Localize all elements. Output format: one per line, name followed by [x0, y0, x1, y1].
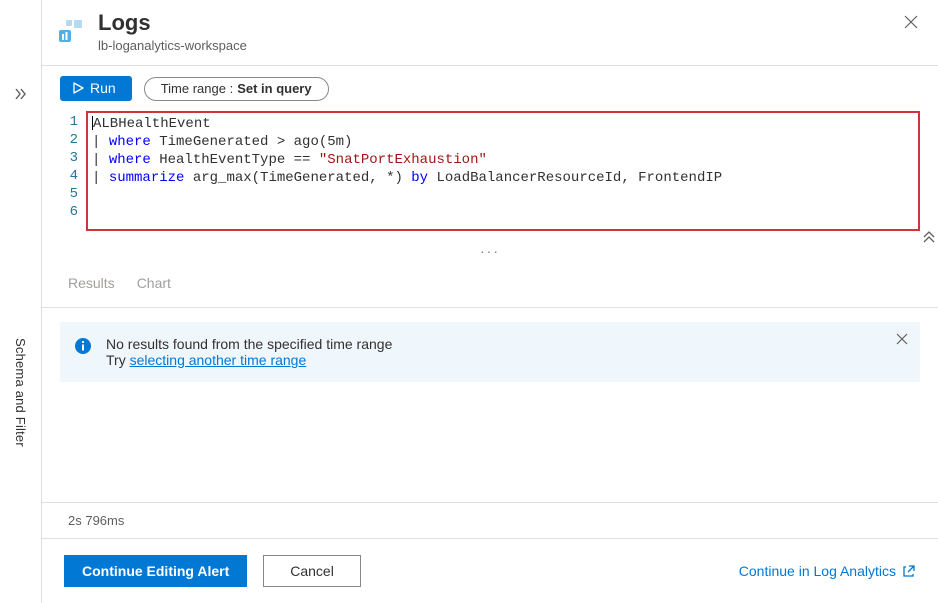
- toolbar: Run Time range : Set in query: [42, 66, 938, 111]
- dismiss-banner-button[interactable]: [896, 332, 908, 349]
- footer: Continue Editing Alert Cancel Continue i…: [42, 538, 938, 603]
- time-range-value: Set in query: [237, 81, 311, 96]
- code-line[interactable]: | summarize arg_max(TimeGenerated, *) by…: [92, 169, 912, 187]
- code-line[interactable]: | where HealthEventType == "SnatPortExha…: [92, 151, 912, 169]
- external-link-icon: [902, 564, 916, 578]
- results-body: [42, 396, 938, 502]
- info-banner: No results found from the specified time…: [60, 322, 920, 382]
- line-number: 5: [60, 185, 78, 203]
- select-another-time-range-link[interactable]: selecting another time range: [130, 352, 307, 368]
- continue-la-label: Continue in Log Analytics: [739, 563, 896, 579]
- close-icon: [904, 15, 918, 29]
- code-line[interactable]: [92, 205, 912, 223]
- query-duration: 2s 796ms: [68, 513, 124, 528]
- line-number: 3: [60, 149, 78, 167]
- editor-resize-handle[interactable]: ···: [42, 237, 938, 265]
- tab-results[interactable]: Results: [68, 269, 115, 297]
- cancel-button[interactable]: Cancel: [263, 555, 361, 587]
- info-try-text: Try: [106, 352, 130, 368]
- run-label: Run: [90, 80, 116, 96]
- line-number: 4: [60, 167, 78, 185]
- chevron-right-double-icon: [14, 87, 28, 101]
- schema-filter-tab[interactable]: Schema and Filter: [13, 338, 28, 447]
- tab-chart[interactable]: Chart: [137, 269, 171, 297]
- code-line[interactable]: [92, 187, 912, 205]
- info-message: No results found from the specified time…: [106, 336, 392, 352]
- workspace-name: lb-loganalytics-workspace: [98, 38, 916, 53]
- time-range-selector[interactable]: Time range : Set in query: [144, 77, 329, 101]
- chevron-up-double-icon: [922, 229, 936, 243]
- left-rail: Schema and Filter: [0, 0, 42, 603]
- line-number: 2: [60, 131, 78, 149]
- results-tabs: Results Chart: [42, 265, 938, 308]
- play-icon: [72, 82, 84, 94]
- continue-editing-alert-button[interactable]: Continue Editing Alert: [64, 555, 247, 587]
- header: Logs lb-loganalytics-workspace: [42, 0, 938, 66]
- collapse-editor-button[interactable]: [922, 229, 936, 246]
- line-number: 6: [60, 203, 78, 221]
- close-button[interactable]: [904, 14, 918, 32]
- run-button[interactable]: Run: [60, 76, 132, 101]
- page-title: Logs: [98, 10, 916, 36]
- expand-rail-button[interactable]: [14, 80, 28, 108]
- logs-icon: [56, 16, 86, 46]
- continue-in-log-analytics-link[interactable]: Continue in Log Analytics: [739, 563, 916, 579]
- status-bar: 2s 796ms: [42, 502, 938, 538]
- code-line[interactable]: | where TimeGenerated > ago(5m): [92, 133, 912, 151]
- time-range-label: Time range :: [161, 81, 234, 96]
- line-number: 1: [60, 113, 78, 131]
- close-icon: [896, 333, 908, 345]
- info-icon: [74, 337, 92, 358]
- line-number-gutter: 123456: [60, 111, 86, 231]
- query-editor[interactable]: 123456 ALBHealthEvent| where TimeGenerat…: [42, 111, 938, 237]
- code-area[interactable]: ALBHealthEvent| where TimeGenerated > ag…: [86, 111, 920, 231]
- code-line[interactable]: ALBHealthEvent: [92, 115, 912, 133]
